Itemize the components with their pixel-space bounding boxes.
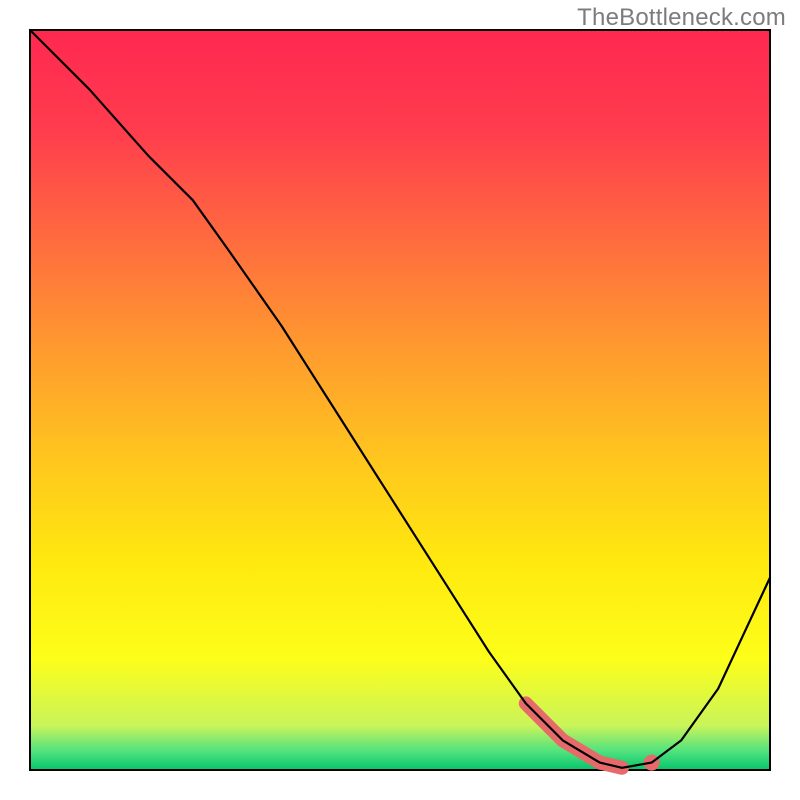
gradient-background [30, 30, 770, 770]
chart-root: TheBottleneck.com [0, 0, 800, 800]
chart-svg [0, 0, 800, 800]
